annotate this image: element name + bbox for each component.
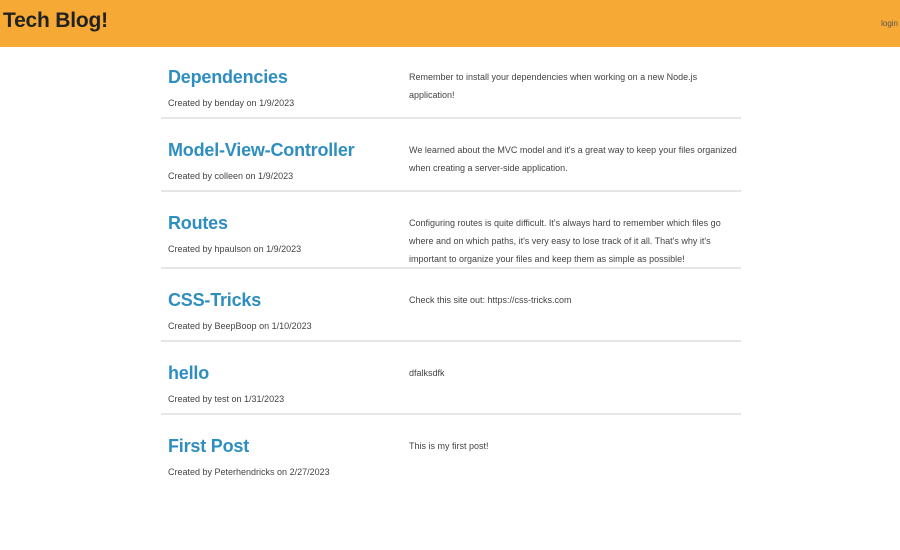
post-title-link[interactable]: First Post xyxy=(168,436,249,457)
login-link[interactable]: login xyxy=(881,19,898,28)
post-meta: Created by Peterhendricks on 2/27/2023 xyxy=(168,467,330,477)
post-body: Remember to install your dependencies wh… xyxy=(409,72,698,100)
top-navbar: Tech Blog! login xyxy=(0,0,900,47)
post-item: CSS-Tricks Created by BeepBoop on 1/10/2… xyxy=(161,271,741,342)
post-meta: Created by benday on 1/9/2023 xyxy=(168,98,295,108)
post-title-link[interactable]: Routes xyxy=(168,213,228,234)
site-brand[interactable]: Tech Blog! xyxy=(3,9,108,33)
post-item: hello Created by test on 1/31/2023 dfalk… xyxy=(161,344,741,415)
post-item: First Post Created by Peterhendricks on … xyxy=(161,417,741,488)
post-item: Dependencies Created by benday on 1/9/20… xyxy=(161,48,741,119)
post-item: Model-View-Controller Created by colleen… xyxy=(161,121,741,192)
post-item: Routes Created by hpaulson on 1/9/2023 C… xyxy=(161,194,741,269)
post-body: We learned about the MVC model and it's … xyxy=(409,145,737,173)
post-title-link[interactable]: Model-View-Controller xyxy=(168,140,355,161)
post-meta: Created by test on 1/31/2023 xyxy=(168,394,285,404)
post-meta: Created by colleen on 1/9/2023 xyxy=(168,171,294,181)
post-title-link[interactable]: Dependencies xyxy=(168,67,288,88)
post-body: This is my first post! xyxy=(409,441,489,451)
post-body: dfalksdfk xyxy=(409,368,445,378)
post-body: Configuring routes is quite difficult. I… xyxy=(409,218,721,264)
post-body: Check this site out: https://css-tricks.… xyxy=(409,295,572,305)
post-list: Dependencies Created by benday on 1/9/20… xyxy=(161,48,741,490)
post-title-link[interactable]: CSS-Tricks xyxy=(168,290,261,311)
post-meta: Created by BeepBoop on 1/10/2023 xyxy=(168,321,312,331)
post-title-link[interactable]: hello xyxy=(168,363,209,384)
post-meta: Created by hpaulson on 1/9/2023 xyxy=(168,244,302,254)
